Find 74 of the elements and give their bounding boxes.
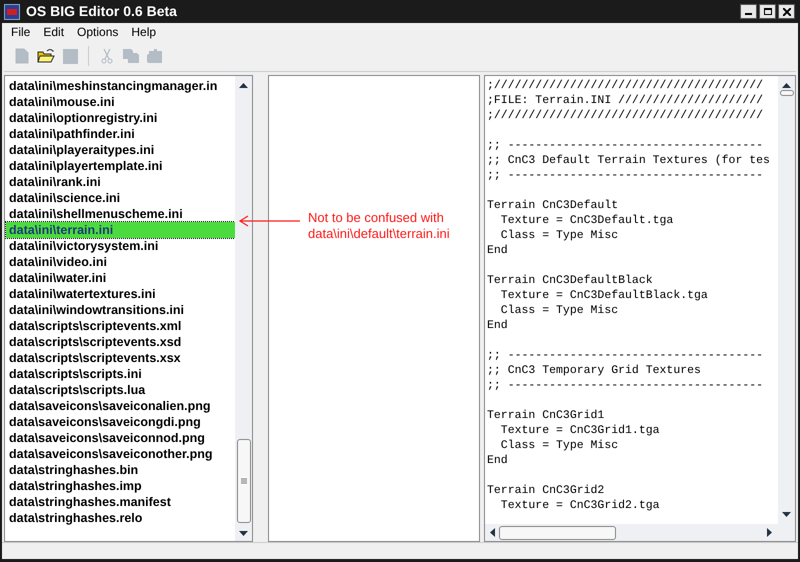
- menu-item[interactable]: File: [11, 23, 30, 41]
- file-list-item[interactable]: data\stringhashes.relo: [6, 510, 235, 526]
- code-line: ;///////////////////////////////////////: [487, 108, 764, 123]
- file-list-item[interactable]: data\ini\optionregistry.ini: [6, 110, 235, 126]
- file-list-item[interactable]: data\saveicons\saveicongdi.png: [6, 414, 235, 430]
- annotation-arrow: [238, 215, 300, 227]
- scroll-down-arrow-icon[interactable]: [239, 531, 248, 537]
- code-line: Texture = CnC3Default.tga: [500, 213, 674, 228]
- code-line: Texture = CnC3DefaultBlack.tga: [500, 288, 708, 303]
- code-line: ;; -------------------------------------: [487, 348, 764, 363]
- file-list-item[interactable]: data\ini\meshinstancingmanager.in: [6, 78, 235, 94]
- code-line: ;; CnC3 Temporary Grid Textures: [487, 363, 701, 378]
- file-list-item[interactable]: data\ini\playertemplate.ini: [6, 158, 235, 174]
- file-list-item[interactable]: data\ini\video.ini: [6, 254, 235, 270]
- menu-item[interactable]: Options: [77, 23, 118, 41]
- file-list-item[interactable]: data\scripts\scripts.lua: [6, 382, 235, 398]
- close-button[interactable]: [778, 4, 795, 19]
- code-line: Class = Type Misc: [500, 438, 618, 453]
- file-list-item[interactable]: data\scripts\scriptevents.xsd: [6, 334, 235, 350]
- code-line: ;; -------------------------------------: [487, 378, 764, 393]
- menu-item[interactable]: Help: [131, 23, 156, 41]
- menu-item[interactable]: Edit: [43, 23, 64, 41]
- code-line: ;FILE: Terrain.INI /////////////////////: [487, 93, 764, 108]
- file-list-item[interactable]: data\saveicons\saveiconother.png: [6, 446, 235, 462]
- scrollbar-thumb[interactable]: [780, 90, 794, 96]
- maximize-button[interactable]: [759, 4, 776, 19]
- file-list-item[interactable]: data\stringhashes.imp: [6, 478, 235, 494]
- code-line: Texture = CnC3Grid2.tga: [500, 498, 660, 513]
- folder-icon[interactable]: [37, 48, 55, 64]
- file-list-item[interactable]: data\ini\terrain.ini: [6, 222, 235, 238]
- file-list-item[interactable]: data\ini\water.ini: [6, 270, 235, 286]
- code-line: ;; CnC3 Default Terrain Textures (for tes: [487, 153, 770, 168]
- close-icon: [782, 8, 790, 16]
- code-line: Terrain CnC3Default: [487, 198, 618, 213]
- file-list-item[interactable]: data\ini\playeraitypes.ini: [6, 142, 235, 158]
- code-line: Terrain CnC3Grid2: [487, 483, 604, 498]
- code-line: End: [487, 318, 508, 333]
- file-list-item[interactable]: data\ini\science.ini: [6, 190, 235, 206]
- scroll-left-arrow-icon[interactable]: [489, 528, 495, 537]
- code-line: ;; -------------------------------------: [487, 138, 764, 153]
- scroll-down-arrow-icon[interactable]: [782, 512, 791, 518]
- file-list-item[interactable]: data\ini\victorysystem.ini: [6, 238, 235, 254]
- file-list-item[interactable]: data\stringhashes.manifest: [6, 494, 235, 510]
- code-line: Terrain CnC3DefaultBlack: [487, 273, 653, 288]
- file-list-item[interactable]: data\ini\pathfinder.ini: [6, 126, 235, 142]
- file-list-item[interactable]: data\ini\watertextures.ini: [6, 286, 235, 302]
- scrollbar-thumb[interactable]: [236, 439, 250, 523]
- code-line: Texture = CnC3Grid1.tga: [500, 423, 660, 438]
- annotation-text: Not to be confused with: [308, 210, 445, 226]
- window-title: OS BIG Editor 0.6 Beta: [26, 2, 177, 21]
- code-line: Terrain CnC3Grid1: [487, 408, 604, 423]
- file-list-item[interactable]: data\ini\shellmenuscheme.ini: [6, 206, 235, 222]
- minimize-button[interactable]: [740, 4, 757, 19]
- code-line: ;; -------------------------------------: [487, 168, 764, 183]
- app-logo-icon: [4, 4, 20, 20]
- file-list-item[interactable]: data\scripts\scriptevents.xsx: [6, 350, 235, 366]
- file-list-item[interactable]: data\ini\mouse.ini: [6, 94, 235, 110]
- annotation-text: data\ini\default\terrain.ini: [308, 226, 450, 242]
- code-line: Class = Type Misc: [500, 228, 618, 243]
- file-list-item[interactable]: data\scripts\scripts.ini: [6, 366, 235, 382]
- scroll-up-arrow-icon[interactable]: [239, 82, 248, 88]
- scrollbar-thumb[interactable]: [499, 526, 616, 540]
- scroll-up-arrow-icon[interactable]: [782, 82, 791, 88]
- file-list-item[interactable]: data\saveicons\saveiconalien.png: [6, 398, 235, 414]
- code-line: End: [487, 453, 508, 468]
- file-list-item[interactable]: data\stringhashes.bin: [6, 462, 235, 478]
- code-line: End: [487, 243, 508, 258]
- code-line: ;///////////////////////////////////////: [487, 78, 764, 93]
- file-list-item[interactable]: data\saveicons\saveiconnod.png: [6, 430, 235, 446]
- file-list-item[interactable]: data\scripts\scriptevents.xml: [6, 318, 235, 334]
- file-list-item[interactable]: data\ini\rank.ini: [6, 174, 235, 190]
- file-list-item[interactable]: data\ini\windowtransitions.ini: [6, 302, 235, 318]
- code-line: Class = Type Misc: [500, 303, 618, 318]
- scroll-right-arrow-icon[interactable]: [767, 528, 773, 537]
